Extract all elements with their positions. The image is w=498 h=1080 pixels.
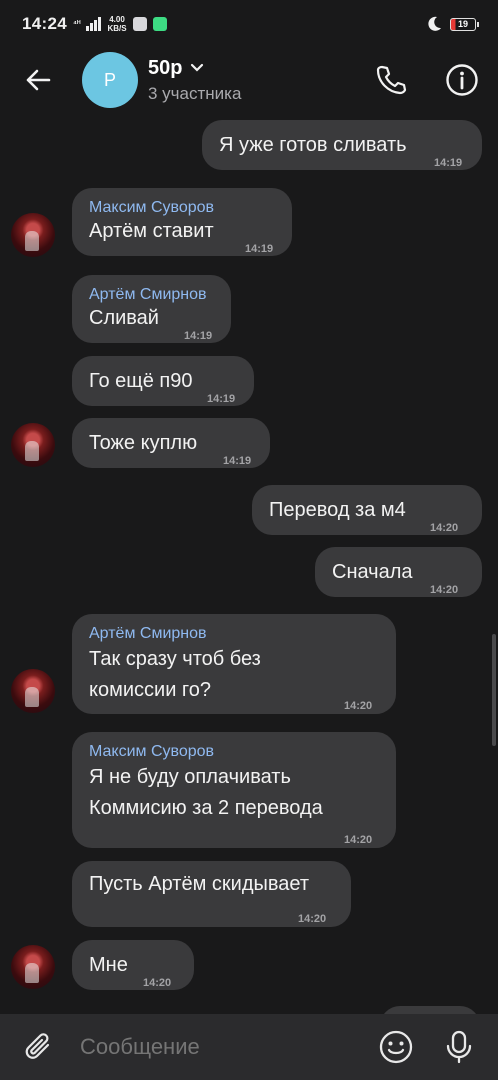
- avatar[interactable]: [11, 423, 55, 467]
- sender-name: Максим Суворов: [89, 743, 215, 760]
- message-bubble-outgoing[interactable]: Я уже готов сливать 14:19: [202, 120, 482, 170]
- sender-name: Артём Смирнов: [89, 625, 207, 642]
- info-icon: [446, 64, 478, 96]
- info-button[interactable]: [442, 60, 482, 100]
- message-bubble-incoming[interactable]: Максим Суворов Я не буду оплачивать Комм…: [72, 732, 396, 848]
- scrollbar[interactable]: [492, 634, 496, 746]
- sender-name: Максим Суворов: [89, 199, 215, 216]
- back-arrow-icon: [26, 69, 51, 91]
- message-text: Сливай: [89, 307, 159, 329]
- emoji-button[interactable]: [377, 1028, 415, 1066]
- message-bubble-incoming[interactable]: Артём Смирнов Сливай 14:19: [72, 275, 231, 343]
- message-text: Артём ставит: [89, 220, 214, 242]
- back-button[interactable]: [18, 60, 58, 100]
- message-text: Мне: [89, 954, 128, 976]
- chat-title-block[interactable]: 50р 3 участника: [148, 57, 241, 104]
- message-time: 14:20: [143, 977, 172, 989]
- message-time: 14:20: [344, 700, 373, 712]
- message-time: 14:20: [430, 584, 459, 596]
- participant-count: 3 участника: [148, 83, 242, 103]
- avatar-letter: Р: [103, 69, 116, 90]
- message-text: Я уже готов сливать: [219, 134, 407, 156]
- message-text: Пусть Артём скидывает: [89, 873, 310, 895]
- status-time: 14:24: [22, 14, 67, 33]
- avatar[interactable]: [11, 213, 55, 257]
- message-text-line: комиссии го?: [89, 679, 212, 701]
- message-bubble-incoming[interactable]: Максим Суворов Артём ставит 14:19: [72, 188, 292, 256]
- message-bubble-outgoing[interactable]: Перевод за м4 14:20: [252, 485, 482, 535]
- message-time: 14:19: [184, 330, 213, 342]
- message-bubble-outgoing[interactable]: Сначала 14:20: [315, 547, 482, 597]
- attach-button[interactable]: [20, 1028, 58, 1066]
- app-notification-icon: [152, 17, 167, 31]
- message-text-line: Так сразу чтоб без: [89, 648, 261, 670]
- message-text: Перевод за м4: [269, 499, 406, 521]
- message-text-line: Я не буду оплачивать: [89, 766, 291, 788]
- chat-header: Р 50р 3 участника: [0, 48, 498, 112]
- message-input-bar: [0, 1014, 498, 1080]
- avatar[interactable]: [11, 945, 55, 989]
- message-time: 14:19: [245, 243, 274, 255]
- emoji-icon: [379, 1030, 413, 1064]
- message-time: 14:20: [344, 834, 373, 846]
- message-bubble-outgoing[interactable]: [380, 1006, 480, 1014]
- message-time: 14:20: [430, 522, 459, 534]
- speed-unit: KB/S: [107, 24, 127, 33]
- message-text: Сначала: [332, 561, 413, 583]
- paperclip-icon: [25, 1033, 50, 1059]
- moon-icon: [428, 16, 441, 31]
- battery-level: 19: [457, 18, 468, 29]
- battery-icon: 19: [450, 17, 479, 31]
- message-text: Го ещё п90: [89, 370, 193, 392]
- message-bubble-incoming[interactable]: Пусть Артём скидывает 14:20: [72, 861, 351, 927]
- sender-name: Артём Смирнов: [89, 286, 207, 303]
- chat-title: 50р: [148, 56, 183, 79]
- message-time: 14:19: [223, 455, 252, 467]
- speed-value: 4.00: [109, 15, 125, 24]
- chevron-down-icon: [191, 63, 204, 72]
- message-bubble-incoming[interactable]: Мне 14:20: [72, 940, 194, 990]
- voice-button[interactable]: [440, 1028, 478, 1066]
- app-notification-icon: [132, 17, 147, 31]
- message-time: 14:20: [298, 913, 327, 925]
- message-text: Тоже куплю: [89, 432, 198, 454]
- message-time: 14:19: [434, 157, 463, 169]
- call-button[interactable]: [370, 60, 410, 100]
- message-input[interactable]: [80, 1030, 360, 1064]
- message-time: 14:19: [207, 393, 236, 405]
- microphone-icon: [446, 1030, 472, 1064]
- message-text-line: Коммисию за 2 перевода: [89, 797, 323, 819]
- network-type: ⁴ᴴ: [72, 19, 81, 28]
- status-bar: 14:24 ⁴ᴴ 4.00 KB/S 19: [0, 0, 498, 48]
- avatar[interactable]: [11, 669, 55, 713]
- message-bubble-incoming[interactable]: Тоже куплю 14:19: [72, 418, 270, 468]
- signal-icon: [86, 17, 102, 31]
- group-avatar[interactable]: Р: [82, 52, 138, 108]
- message-bubble-incoming[interactable]: Артём Смирнов Так сразу чтоб без комисси…: [72, 614, 396, 714]
- message-list[interactable]: Я уже готов сливать 14:19 Максим Суворов…: [0, 112, 498, 1014]
- message-bubble-incoming[interactable]: Го ещё п90 14:19: [72, 356, 254, 406]
- phone-icon: [376, 65, 407, 95]
- network-speed: 4.00 KB/S: [107, 15, 126, 33]
